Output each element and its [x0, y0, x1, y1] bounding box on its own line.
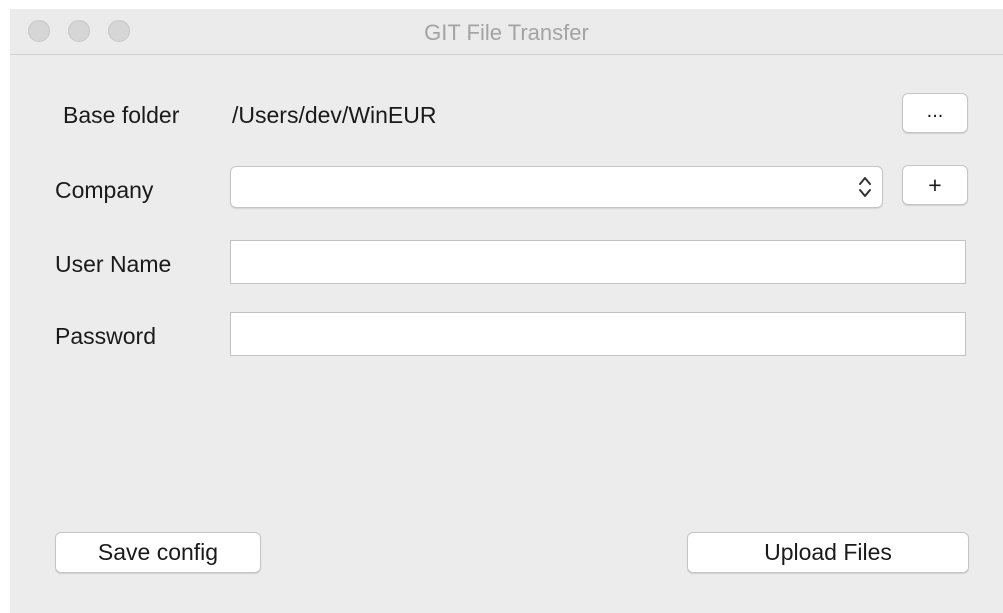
window-title: GIT File Transfer — [424, 20, 589, 45]
base-folder-label: Base folder — [63, 102, 180, 128]
password-field[interactable] — [230, 312, 966, 356]
password-label: Password — [55, 323, 156, 349]
add-company-button[interactable]: + — [902, 165, 968, 205]
title-bar: GIT File Transfer — [10, 9, 1003, 55]
company-select[interactable] — [230, 166, 883, 208]
updown-chevron-icon — [859, 177, 871, 197]
base-folder-path: /Users/dev/WinEUR — [232, 102, 437, 128]
save-config-button[interactable]: Save config — [55, 532, 261, 573]
company-label: Company — [55, 177, 154, 203]
username-field[interactable] — [230, 240, 966, 284]
app-window: GIT File Transfer Base folder /Users/dev… — [10, 9, 1003, 613]
upload-files-button[interactable]: Upload Files — [687, 532, 969, 573]
browse-button[interactable]: ... — [902, 93, 968, 133]
username-label: User Name — [55, 251, 172, 277]
